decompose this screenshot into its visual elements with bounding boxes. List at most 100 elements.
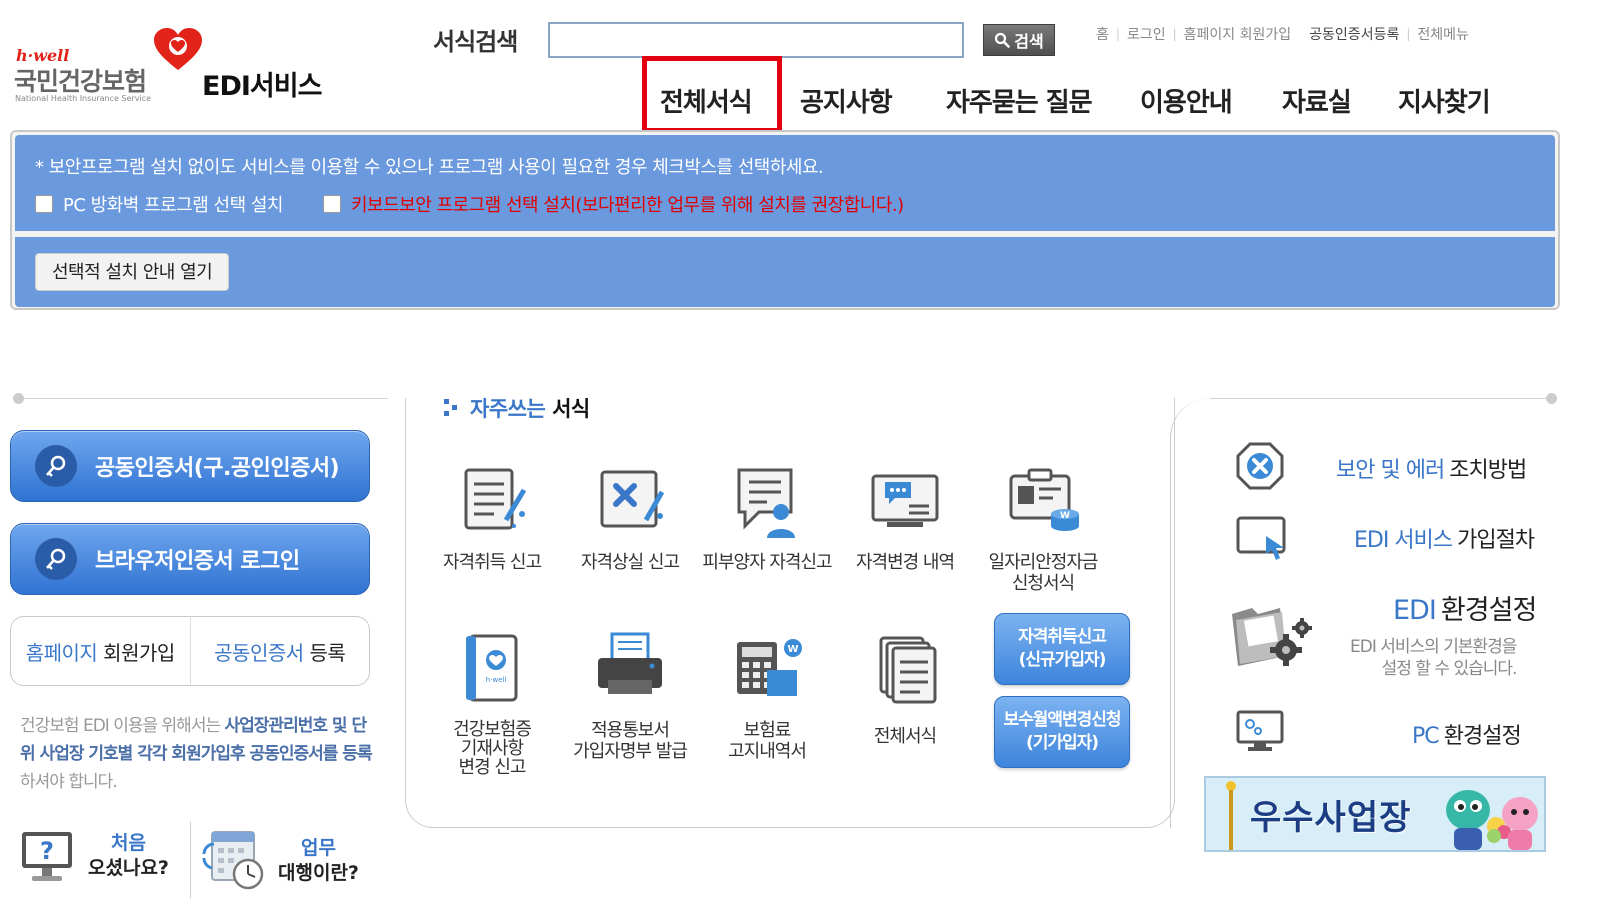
- util-separator: |: [1406, 27, 1411, 41]
- error-guide-dark: 조치방법: [1449, 458, 1527, 483]
- form-item-dependent-report[interactable]: 피부양자 자격신고: [699, 462, 835, 573]
- form-item-label: 건강보험증 기재사항 변경 신고: [453, 719, 532, 778]
- calculator-icon: W: [737, 639, 802, 696]
- form-item-member-list[interactable]: 적용통보서 가입자명부 발급: [562, 630, 698, 762]
- signup-dark-text: 회원가입: [103, 640, 175, 665]
- util-separator: |: [1115, 27, 1120, 41]
- security-error-guide-link[interactable]: 보안 및 에러 조치방법: [1336, 452, 1527, 484]
- search-button[interactable]: 검색: [983, 24, 1055, 56]
- form-item-all-forms[interactable]: 전체서식: [837, 630, 973, 747]
- form-item-label: 전체서식: [873, 726, 937, 747]
- cert-register-link[interactable]: 공동인증서 등록: [191, 637, 370, 666]
- task-agency-link[interactable]: 업무 대행이란?: [200, 828, 359, 894]
- calendar-clock-icon: [202, 831, 264, 890]
- nav-usage-guide[interactable]: 이용안내: [1140, 78, 1233, 128]
- edi-signup-procedure-link[interactable]: EDI 서비스 가입절차: [1354, 522, 1535, 554]
- new-subscriber-acquire-button[interactable]: 자격취득신고 (신규가입자): [994, 613, 1130, 685]
- svg-text:?: ?: [40, 837, 54, 865]
- stacked-documents-icon: [879, 636, 937, 704]
- mascot-characters-icon: [1446, 790, 1538, 850]
- cert-register-blue-text: 공동인증서: [214, 640, 304, 665]
- task-agency-text: 업무 대행이란?: [278, 836, 359, 886]
- security-program-panel: * 보안프로그램 설치 없이도 서비스를 이용할 수 있으나 프로그램 사용이 …: [10, 130, 1560, 310]
- cert-login-label: 공동인증서(구.공인인증서): [95, 456, 340, 481]
- pc-env-dark: 환경설정: [1443, 724, 1522, 749]
- firewall-checkbox[interactable]: [35, 195, 53, 213]
- health-card-icon: h·well: [466, 634, 518, 702]
- key-icon: [35, 538, 77, 580]
- firewall-option[interactable]: PC 방화벽 프로그램 선택 설치: [35, 191, 283, 217]
- security-notice: * 보안프로그램 설치 없이도 서비스를 이용할 수 있으나 프로그램 사용이 …: [35, 157, 824, 178]
- util-login-link[interactable]: 로그인: [1127, 24, 1166, 44]
- util-home-link[interactable]: 홈: [1096, 24, 1109, 44]
- nav-notices[interactable]: 공지사항: [800, 78, 893, 128]
- first-visit-text: 처음 오셨나요?: [88, 831, 169, 881]
- form-item-change-history[interactable]: 자격변경 내역: [837, 462, 973, 573]
- browser-cert-login-button[interactable]: 브라우저인증서 로그인: [10, 523, 370, 595]
- left-frame-line: [18, 398, 388, 399]
- edi-signup-blue: EDI 서비스: [1354, 528, 1453, 553]
- frame-dot-left: [13, 393, 24, 404]
- pc-environment-settings-link[interactable]: PC 환경설정: [1412, 718, 1522, 750]
- keyboard-security-option-label: 키보드보안 프로그램 선택 설치(보다편리한 업무를 위해 설치를 권장합니다.…: [350, 195, 904, 216]
- search-label: 서식검색: [433, 28, 518, 56]
- keyboard-security-option[interactable]: 키보드보안 프로그램 선택 설치(보다편리한 업무를 위해 설치를 권장합니다.…: [322, 191, 904, 217]
- nav-data-room[interactable]: 자료실: [1282, 78, 1352, 128]
- excellent-workplace-banner[interactable]: 우수사업장: [1204, 776, 1546, 852]
- document-pen-icon: [464, 468, 527, 530]
- nav-all-forms[interactable]: 전체서식: [660, 78, 753, 128]
- pc-env-blue: PC: [1412, 724, 1440, 749]
- install-guide-button[interactable]: 선택적 설치 안내 열기: [35, 253, 230, 291]
- nav-faq[interactable]: 자주묻는 질문: [946, 78, 1093, 128]
- nhis-logo[interactable]: h·well 국민건강보험 National Health Insurance …: [14, 28, 344, 108]
- org-name: 국민건강보험: [14, 67, 147, 96]
- bottom-links-divider: [190, 822, 191, 898]
- utility-links: 홈 | 로그인 | 홈페이지 회원가입 | 공동인증서등록 | 전체메뉴: [1096, 24, 1469, 44]
- util-all-menu-link[interactable]: 전체메뉴: [1417, 24, 1469, 44]
- frequent-title-dark: 서식: [552, 397, 590, 421]
- frequent-forms-title: 자주쓰는 서식: [444, 393, 590, 423]
- edi-env-description: EDI 서비스의 기본환경을 설정 할 수 있습니다.: [1350, 637, 1517, 679]
- util-cert-register-link[interactable]: 공동인증서등록: [1309, 24, 1399, 44]
- edi-env-dark: 환경설정: [1440, 595, 1537, 626]
- edi-env-blue: EDI: [1393, 595, 1437, 626]
- search-input[interactable]: [548, 22, 964, 58]
- form-item-qualification-loss[interactable]: 자격상실 신고: [562, 462, 698, 573]
- frequent-title-blue: 자주쓰는: [470, 397, 546, 421]
- first-visit-link[interactable]: ? 처음 오셨나요?: [20, 828, 169, 884]
- form-item-health-card-change[interactable]: h·well 건강보험증 기재사항 변경 신고: [424, 630, 560, 777]
- browser-cert-login-label: 브라우저인증서 로그인: [95, 549, 300, 574]
- firewall-option-label: PC 방화벽 프로그램 선택 설치: [63, 195, 283, 216]
- form-item-label: 자격상실 신고: [580, 552, 680, 573]
- form-item-job-stability-fund[interactable]: W 일자리안정자금 신청서식: [975, 462, 1111, 594]
- security-guide-box: 선택적 설치 안내 열기: [15, 237, 1555, 307]
- keyboard-security-checkbox[interactable]: [322, 195, 341, 213]
- homepage-signup-link[interactable]: 홈페이지 회원가입: [11, 637, 190, 666]
- service-name: EDI서비스: [202, 71, 322, 102]
- pill-label: 보수월액변경신청 (기가입자): [1003, 710, 1121, 753]
- cert-register-dark-text: 등록: [309, 640, 346, 665]
- security-options-box: * 보안프로그램 설치 없이도 서비스를 이용할 수 있으나 프로그램 사용이 …: [15, 135, 1555, 231]
- form-item-premium-notice[interactable]: W 보험료 고지내역서: [699, 630, 835, 762]
- security-options: PC 방화벽 프로그램 선택 설치 키보드보안 프로그램 선택 설치(보다편리한…: [35, 191, 1535, 217]
- form-item-label: 일자리안정자금 신청서식: [988, 552, 1099, 594]
- form-item-label: 보험료 고지내역서: [728, 720, 807, 762]
- form-item-label: 자격취득 신고: [442, 552, 542, 573]
- form-item-qualification-acquire[interactable]: 자격취득 신고: [424, 462, 560, 573]
- search-button-label: 검색: [1014, 32, 1044, 51]
- svg-text:W: W: [1060, 511, 1070, 521]
- edi-environment-settings-link[interactable]: EDI 환경설정: [1393, 588, 1537, 627]
- form-item-label: 적용통보서 가입자명부 발급: [573, 720, 688, 762]
- form-item-label: 자격변경 내역: [855, 552, 955, 573]
- error-guide-blue: 보안 및 에러: [1336, 458, 1445, 483]
- pc-monitor-icon: [1236, 710, 1284, 751]
- signup-notice-text: 건강보험 EDI 이용을 위해서는: [20, 716, 225, 736]
- monthly-pay-change-button[interactable]: 보수월액변경신청 (기가입자): [994, 696, 1130, 768]
- svg-text:h·well: h·well: [486, 676, 507, 684]
- member-links-box: 홈페이지 회원가입 공동인증서 등록: [10, 616, 370, 686]
- cert-login-button[interactable]: 공동인증서(구.공인인증서): [10, 430, 370, 502]
- util-signup-link[interactable]: 홈페이지 회원가입: [1184, 24, 1292, 44]
- document-x-icon: [600, 470, 665, 528]
- nav-branch-finder[interactable]: 지사찾기: [1398, 78, 1491, 128]
- key-icon: [35, 445, 77, 487]
